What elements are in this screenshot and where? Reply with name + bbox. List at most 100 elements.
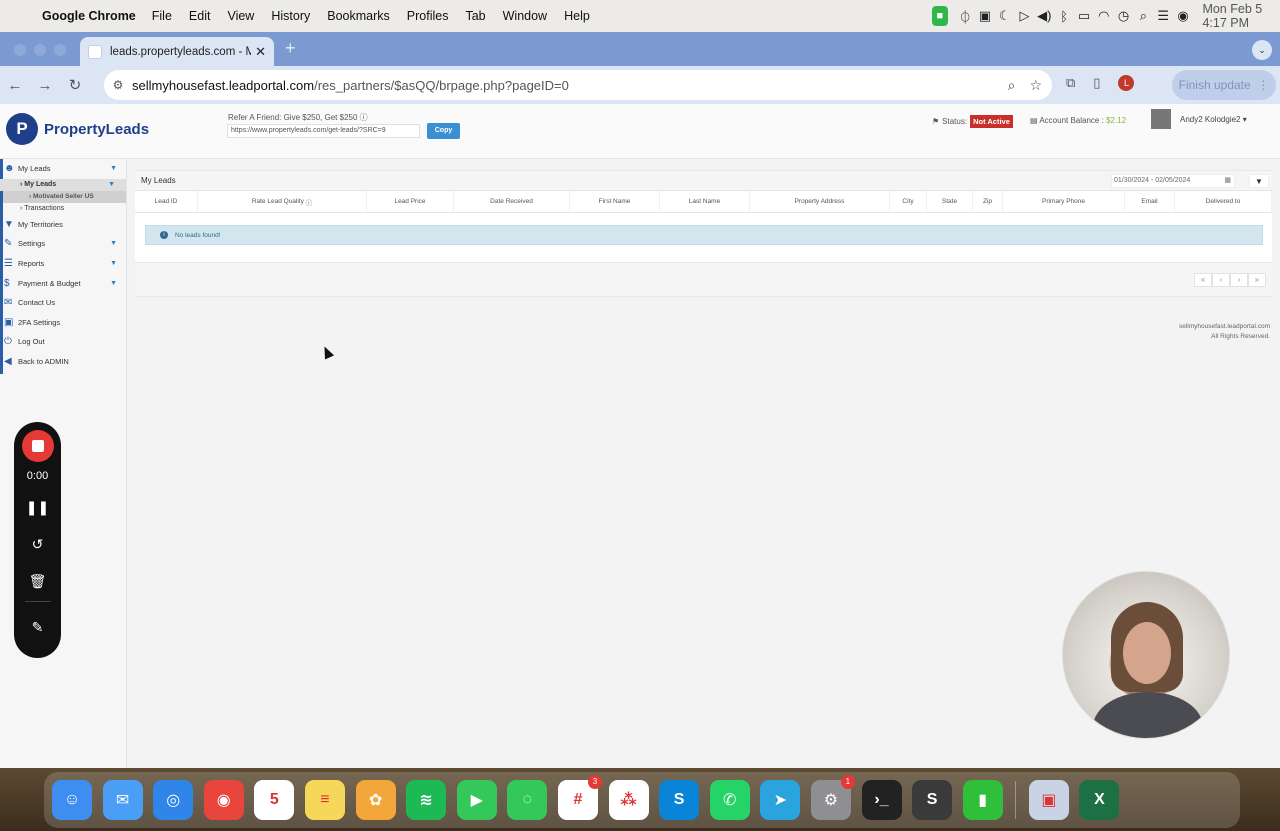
column-header[interactable]: Last Name [660, 191, 750, 212]
dock-sublime-icon[interactable]: S [912, 780, 953, 820]
last-page-button[interactable]: » [1248, 273, 1266, 287]
dock-mail-icon[interactable]: ✉ [102, 780, 143, 820]
sidebar-item-my-leads[interactable]: ☻ My Leads ▼ [0, 159, 126, 179]
column-header[interactable]: Date Received [454, 191, 570, 212]
dock-chrome-icon[interactable]: ◉ [203, 780, 244, 820]
time-machine-icon[interactable]: ◷ [1115, 8, 1132, 24]
restart-icon[interactable]: ↺ [32, 532, 44, 556]
column-header[interactable]: Property Address [750, 191, 890, 212]
next-page-button[interactable]: › [1230, 273, 1248, 287]
bookmark-star-icon[interactable]: ☆ [1029, 77, 1042, 94]
dock-skype-icon[interactable]: S [659, 780, 700, 820]
timer-icon[interactable]: ⏀ [957, 7, 974, 26]
dock-excel-icon[interactable]: X [1079, 780, 1120, 820]
sidebar-item-contact[interactable]: ✉ Contact Us [0, 293, 126, 313]
forward-icon[interactable]: → [30, 77, 60, 94]
dock-telegram-icon[interactable]: ➤ [760, 780, 801, 820]
prev-page-button[interactable]: ‹ [1212, 273, 1230, 287]
dock-safari-icon[interactable]: ◎ [153, 780, 194, 820]
site-logo[interactable]: P PropertyLeads [6, 113, 149, 145]
dock-messages-icon[interactable]: ◌ [507, 780, 548, 820]
dock-spotify-icon[interactable]: ≋ [406, 780, 447, 820]
sidebar-subitem-transactions[interactable]: › Transactions [0, 203, 126, 215]
date-range-picker[interactable]: 01/30/2024 - 02/05/2024 ▦ [1111, 174, 1235, 188]
dock-finder-icon[interactable]: ☺ [52, 780, 92, 820]
moon-icon[interactable]: ☾ [996, 8, 1013, 24]
new-tab-icon[interactable]: + [285, 38, 296, 59]
first-page-button[interactable]: « [1194, 273, 1212, 287]
finish-update-button[interactable]: Finish update ⋮ [1172, 70, 1276, 100]
dock-notes-icon[interactable]: ≡ [304, 780, 345, 820]
search-icon[interactable]: ⌕ [1135, 8, 1152, 24]
stop-recording-button[interactable] [21, 430, 54, 462]
menu-view[interactable]: View [227, 9, 254, 23]
sidebar-subitem-motivated-seller[interactable]: › Motivated Seller US [0, 190, 126, 203]
dock-preview-icon[interactable]: ▣ [1028, 780, 1069, 820]
sidebar-item-back-admin[interactable]: ◀ Back to ADMIN [0, 352, 126, 372]
dock-terminal-icon[interactable]: ›_ [861, 780, 902, 820]
minimize-window-button[interactable] [34, 44, 46, 56]
back-icon[interactable]: ← [0, 77, 30, 94]
sidebar-item-2fa[interactable]: ▣ 2FA Settings [0, 313, 126, 333]
sidebar-item-territories[interactable]: ▼ My Territories [0, 215, 126, 235]
zoom-window-button[interactable] [54, 44, 66, 56]
dock-photos-icon[interactable]: ✿ [355, 780, 396, 820]
profile-avatar[interactable]: L [1118, 75, 1135, 91]
sidebar-item-settings[interactable]: ✎ Settings ▼ [0, 234, 126, 254]
column-header[interactable]: City [890, 191, 927, 212]
extensions-icon[interactable]: ⧉ [1066, 75, 1075, 91]
dock-calendar-icon[interactable]: 5 [254, 780, 295, 820]
pause-icon[interactable]: ❚❚ [26, 495, 49, 519]
sidebar-item-logout[interactable]: ⏻ Log Out [0, 332, 126, 352]
user-menu[interactable]: Andy2 Kolodgie2 ▾ [1151, 109, 1247, 129]
control-center-icon[interactable]: ☰ [1155, 8, 1172, 24]
menu-history[interactable]: History [271, 9, 310, 23]
dock-whatsapp-icon[interactable]: ✆ [709, 780, 750, 820]
sidebar-subitem-my-leads[interactable]: › My Leads ▼ [0, 178, 126, 191]
sidepanel-icon[interactable]: ▯ [1093, 75, 1100, 91]
menu-file[interactable]: File [152, 9, 172, 23]
tab-search-icon[interactable]: ⌄ [1252, 40, 1272, 60]
sidebar-item-payment[interactable]: $ Payment & Budget ▼ [0, 273, 126, 293]
dock-system-settings-icon[interactable]: ⚙ 1 [810, 775, 855, 820]
menu-tab[interactable]: Tab [465, 9, 485, 23]
dock-facetime-icon[interactable]: ▶ [456, 780, 497, 820]
zoom-icon[interactable]: ⌕ [1008, 77, 1016, 94]
dock-numbers-icon[interactable]: ▮ [962, 780, 1003, 820]
refer-url-field[interactable]: https://www.propertyleads.com/get-leads/… [227, 124, 420, 138]
app-name-menu[interactable]: Google Chrome [42, 9, 136, 23]
dock-slack-icon[interactable]: #3 [557, 775, 602, 820]
video-camera-icon[interactable]: ■ [932, 6, 948, 26]
webcam-bubble[interactable] [1062, 571, 1230, 739]
bluetooth-icon[interactable]: ᛒ [1056, 9, 1073, 24]
column-header[interactable]: Email [1125, 191, 1175, 212]
menu-window[interactable]: Window [503, 9, 547, 23]
close-window-button[interactable] [14, 44, 26, 56]
column-header[interactable]: Primary Phone [1003, 191, 1125, 212]
trash-icon[interactable]: 🗑 [29, 569, 47, 593]
address-bar[interactable]: ⚙ sellmyhousefast.leadportal.com /res_pa… [104, 70, 1052, 100]
menu-help[interactable]: Help [564, 9, 590, 23]
info-icon[interactable]: ⓘ [360, 113, 368, 122]
play-icon[interactable]: ▷ [1016, 8, 1033, 24]
volume-icon[interactable]: ◀) [1036, 8, 1053, 24]
filter-button[interactable]: ▼ [1249, 174, 1269, 188]
site-info-icon[interactable]: ⚙ [104, 78, 132, 92]
browser-tab[interactable]: leads.propertyleads.com - M ✕ [80, 37, 274, 66]
column-header[interactable]: First Name [570, 191, 660, 212]
column-header[interactable]: Delivered to [1175, 191, 1272, 212]
column-header[interactable]: Zip [973, 191, 1003, 212]
reload-icon[interactable]: ↻ [60, 76, 90, 94]
column-header[interactable]: State [927, 191, 973, 212]
window-icon[interactable]: ▣ [977, 8, 994, 24]
column-header[interactable]: Lead Price [367, 191, 454, 212]
siri-icon[interactable]: ◉ [1175, 8, 1192, 24]
menu-bookmarks[interactable]: Bookmarks [327, 9, 390, 23]
close-tab-icon[interactable]: ✕ [255, 44, 266, 60]
menubar-clock[interactable]: Mon Feb 5 4:17 PM [1202, 2, 1264, 30]
sidebar-item-reports[interactable]: ☰ Reports ▼ [0, 254, 126, 274]
battery-icon[interactable]: ▭ [1076, 8, 1093, 24]
column-header[interactable]: Lead ID [135, 191, 198, 212]
menu-edit[interactable]: Edit [189, 9, 211, 23]
copy-button[interactable]: Copy [427, 123, 460, 139]
